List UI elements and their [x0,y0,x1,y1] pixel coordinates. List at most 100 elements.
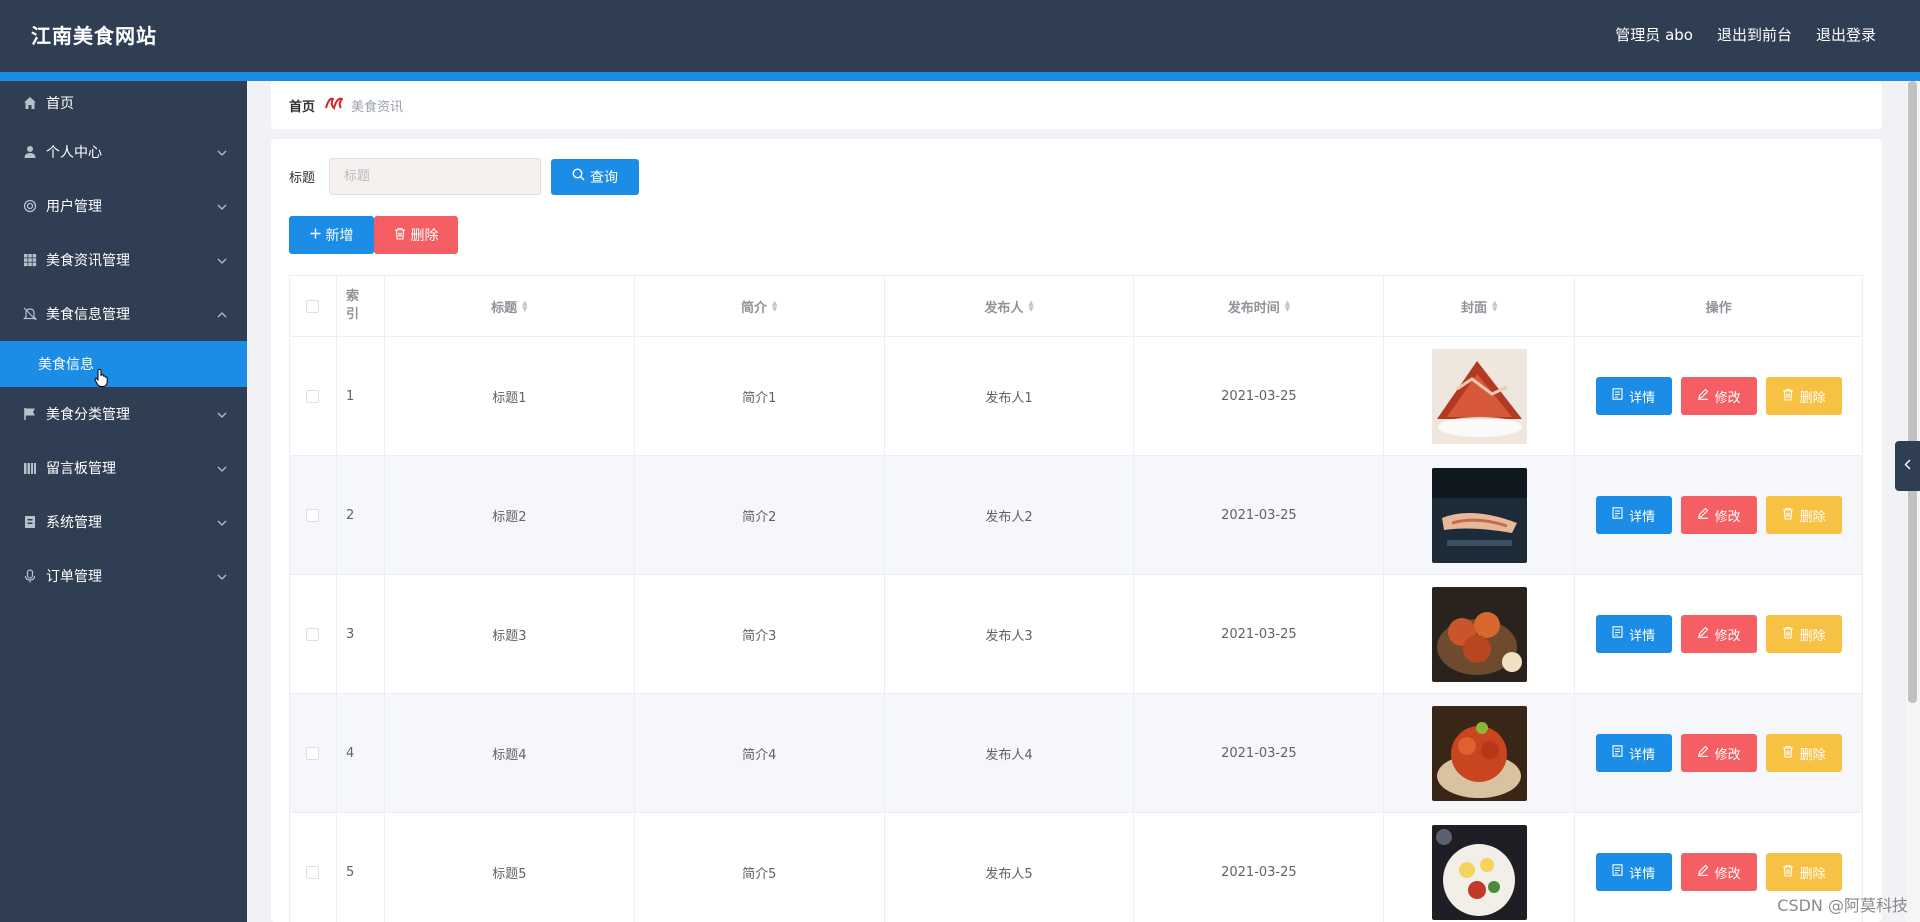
edit-label: 修改 [1714,628,1741,644]
cell-index: 4 [337,694,385,812]
header-publisher[interactable]: 发布人 ▲ ▼ [885,276,1135,336]
edit-button[interactable]: 修改 [1680,377,1757,415]
edit-label: 修改 [1714,390,1741,406]
cell-index: 1 [337,337,385,455]
row-delete-button[interactable]: 删除 [1765,377,1842,415]
row-delete-button[interactable]: 删除 [1765,615,1842,653]
row-checkbox[interactable] [306,627,320,641]
header-index-label: 索引 [345,289,359,322]
header-time[interactable]: 发布时间 ▲ ▼ [1134,276,1385,336]
row-checkbox[interactable] [306,865,320,879]
row-delete-button[interactable]: 删除 [1765,496,1842,534]
breadcrumb-current: 美食资讯 [351,99,404,115]
trash-icon [394,227,406,244]
bulk-delete-button[interactable]: 删除 [374,216,458,254]
chevron-down-icon [217,460,227,476]
pencil-icon [1697,626,1709,642]
detail-button[interactable]: 详情 [1595,853,1672,891]
trash-icon [1782,507,1794,524]
row-delete-label: 删除 [1799,628,1826,644]
row-checkbox[interactable] [306,508,320,522]
row-checkbox-cell [290,456,337,574]
cell-intro: 简介4 [635,694,885,812]
pencil-icon [1697,507,1709,523]
header-ops: 操作 [1575,276,1863,336]
chevron-down-icon [217,406,227,422]
sidebar-item-home[interactable]: 首页 [0,81,247,125]
home-icon [22,95,38,111]
sidebar-item-food-news[interactable]: 美食资讯管理 [0,233,247,287]
header-intro[interactable]: 简介 ▲ ▼ [635,276,885,336]
cell-intro: 简介3 [635,575,885,693]
edit-button[interactable]: 修改 [1680,496,1757,534]
add-button-label: 新增 [325,228,354,244]
cell-index: 2 [337,456,385,574]
sort-icon: ▲ ▼ [1028,299,1034,313]
cell-title: 标题1 [385,337,635,455]
row-checkbox[interactable] [306,746,320,760]
sidebar-item-label: 留言板管理 [46,461,116,477]
header-title[interactable]: 标题 ▲ ▼ [385,276,635,336]
header-accent-bar [0,72,1920,81]
header-index: 索引 [337,276,385,336]
sidebar-item-food-info[interactable]: 美食信息管理 [0,287,247,341]
detail-button[interactable]: 详情 [1595,615,1672,653]
table-row: 5 标题5 简介5 发布人5 2021-03-25 详情 修改 删除 [290,813,1863,922]
sidebar-item-message-board[interactable]: 留言板管理 [0,441,247,495]
edit-button[interactable]: 修改 [1680,734,1757,772]
trash-icon [1782,745,1794,762]
header-publisher-label: 发布人 [984,300,1024,316]
sort-icon: ▲ ▼ [1492,299,1498,313]
edit-button[interactable]: 修改 [1680,853,1757,891]
cell-ops: 详情 修改 删除 [1575,575,1863,693]
title-search-input[interactable] [329,158,542,195]
food-news-table: 索引 标题 ▲ ▼ 简介 ▲ ▼ 发布人 ▲ ▼ 发布时间 ▲ ▼ 封面 ▲ ▼ 操作 1 标题1 … [289,275,1863,922]
query-button[interactable]: 查询 [551,158,640,195]
header-cover-label: 封面 [1461,300,1488,316]
sidebar-item-users[interactable]: 用户管理 [0,179,247,233]
select-all-checkbox[interactable] [306,299,320,313]
header-intro-label: 简介 [741,300,768,316]
logout-link[interactable]: 退出登录 [1816,24,1876,45]
add-button[interactable]: 新增 [289,216,374,254]
trash-icon [1782,388,1794,405]
cell-title: 标题2 [385,456,635,574]
document-icon [1612,388,1623,404]
cell-publisher: 发布人2 [885,456,1135,574]
row-delete-button[interactable]: 删除 [1765,853,1842,891]
sidebar-item-label: 美食分类管理 [46,407,130,423]
cover-image [1431,348,1527,444]
sidebar-item-personal[interactable]: 个人中心 [0,125,247,179]
cover-image [1431,586,1527,682]
scrollbar-thumb[interactable] [1908,81,1917,703]
header-cover[interactable]: 封面 ▲ ▼ [1384,276,1576,336]
detail-button[interactable]: 详情 [1595,734,1672,772]
row-delete-button[interactable]: 删除 [1765,734,1842,772]
panel-toggle-button[interactable] [1895,441,1920,491]
cell-index: 5 [337,813,385,922]
watermark: CSDN @阿莫科技 [1777,896,1908,915]
breadcrumb-home[interactable]: 首页 [289,96,315,115]
edit-label: 修改 [1714,866,1741,882]
detail-button[interactable]: 详情 [1595,496,1672,534]
sidebar-item-system[interactable]: 系统管理 [0,495,247,549]
row-delete-label: 删除 [1799,509,1826,525]
detail-button[interactable]: 详情 [1595,377,1672,415]
cover-image [1431,705,1527,801]
row-checkbox[interactable] [306,389,320,403]
sidebar-item-label: 个人中心 [46,145,102,161]
edit-button[interactable]: 修改 [1680,615,1757,653]
sidebar-subitem-food-info[interactable]: 美食信息 [0,341,247,387]
cell-publisher: 发布人3 [885,575,1135,693]
sidebar-item-orders[interactable]: 订单管理 [0,549,247,603]
sidebar-item-food-category[interactable]: 美食分类管理 [0,387,247,441]
detail-label: 详情 [1629,747,1656,763]
search-bar: 标题 查询 [289,158,640,195]
edit-label: 修改 [1714,747,1741,763]
sidebar-item-label: 用户管理 [46,199,102,215]
pencil-icon [1697,745,1709,761]
grid-icon [22,252,38,268]
back-to-front-link[interactable]: 退出到前台 [1717,24,1792,45]
chevron-down-icon [217,568,227,584]
flag-icon [22,406,38,422]
